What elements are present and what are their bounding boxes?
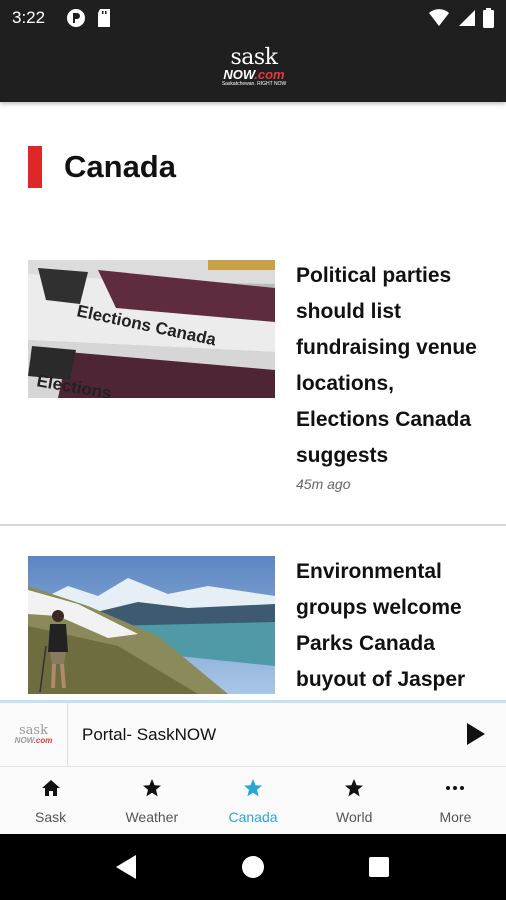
status-time: 3:22	[12, 8, 46, 27]
home-icon	[41, 777, 61, 799]
tab-world[interactable]: World	[304, 767, 405, 834]
more-icon	[445, 777, 465, 799]
article-headline[interactable]: Environmental groups welcome Parks Canad…	[296, 554, 486, 698]
star-icon	[142, 777, 162, 799]
star-icon	[243, 777, 263, 799]
system-nav-bar	[0, 834, 506, 900]
star-icon	[344, 777, 364, 799]
tab-more[interactable]: More	[405, 767, 506, 834]
audio-player-bar[interactable]: sask NOW.com Portal- SaskNOW	[0, 700, 506, 766]
recents-icon[interactable]	[369, 857, 389, 877]
wifi-icon	[429, 9, 449, 32]
bottom-tab-bar: Sask Weather Canada World More	[0, 766, 506, 834]
player-title: Portal- SaskNOW	[82, 725, 217, 744]
article-headline[interactable]: Political parties should list fundraisin…	[296, 258, 486, 474]
section-heading: Canada	[28, 146, 176, 188]
article-card[interactable]: Elections Canada Elections Political par…	[0, 258, 506, 526]
tab-canada[interactable]: Canada	[202, 767, 303, 834]
status-bar: 3:22	[0, 0, 506, 36]
app-header: sask NOW.com Saskatchewan. RIGHT NOW	[0, 36, 506, 102]
sd-card-icon	[96, 8, 112, 33]
play-button[interactable]	[462, 721, 488, 747]
back-icon[interactable]	[114, 854, 138, 885]
station-logo: sask NOW.com	[0, 703, 68, 766]
article-timestamp: 45m ago	[296, 476, 351, 492]
section-accent-bar	[28, 146, 42, 188]
section-title: Canada	[64, 149, 176, 184]
elections-canada-photo[interactable]: Elections Canada Elections	[28, 260, 275, 398]
notification-icon	[66, 8, 86, 33]
battery-icon	[483, 8, 494, 33]
jasper-hiker-photo[interactable]	[28, 556, 275, 694]
article-card[interactable]: Environmental groups welcome Parks Canad…	[0, 554, 506, 700]
play-icon	[462, 723, 488, 751]
home-button-icon[interactable]	[242, 856, 264, 878]
tab-sask[interactable]: Sask	[0, 767, 101, 834]
tab-weather[interactable]: Weather	[101, 767, 202, 834]
sasknow-logo[interactable]: sask NOW.com Saskatchewan. RIGHT NOW	[216, 47, 292, 92]
signal-icon	[457, 9, 475, 32]
